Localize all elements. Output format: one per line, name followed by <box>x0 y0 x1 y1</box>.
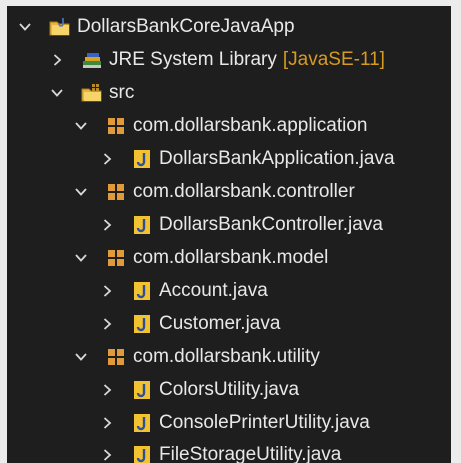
tree-row-file[interactable]: Customer.java <box>7 307 451 340</box>
tree-row-package-controller[interactable]: com.dollarsbank.controller <box>7 175 451 208</box>
tree-row-package-utility[interactable]: com.dollarsbank.utility <box>7 340 451 373</box>
tree-row-label: ColorsUtility.java <box>159 378 300 400</box>
package-icon <box>105 247 127 269</box>
tree-row-label: FileStorageUtility.java <box>159 443 342 463</box>
tree-row-label: JRE System Library <box>109 48 277 70</box>
chevron-right-icon[interactable] <box>97 314 117 334</box>
tree-row-package-application[interactable]: com.dollarsbank.application <box>7 109 451 142</box>
source-folder-icon <box>81 82 103 104</box>
package-icon <box>105 115 127 137</box>
tree-row-label: DollarsBankCoreJavaApp <box>77 15 295 37</box>
tree-row-file[interactable]: DollarsBankApplication.java <box>7 142 451 175</box>
java-file-icon <box>131 148 153 170</box>
tree-row-label: DollarsBankController.java <box>159 213 383 235</box>
tree-row-label: ConsolePrinterUtility.java <box>159 411 370 433</box>
chevron-down-icon[interactable] <box>71 248 91 268</box>
chevron-right-icon[interactable] <box>47 50 67 70</box>
java-file-icon <box>131 412 153 434</box>
tree-row-label: com.dollarsbank.application <box>133 114 368 136</box>
tree-row-file[interactable]: DollarsBankController.java <box>7 208 451 241</box>
tree-row-package-model[interactable]: com.dollarsbank.model <box>7 241 451 274</box>
chevron-down-icon[interactable] <box>71 347 91 367</box>
package-explorer-tree: DollarsBankCoreJavaApp JRE System Librar… <box>7 6 451 463</box>
library-books-icon <box>81 49 103 71</box>
package-icon <box>105 346 127 368</box>
tree-row-file[interactable]: ColorsUtility.java <box>7 373 451 406</box>
tree-row-library[interactable]: JRE System Library [JavaSE-11] <box>7 43 451 76</box>
tree-row-file[interactable]: FileStorageUtility.java <box>7 438 451 463</box>
chevron-right-icon[interactable] <box>97 413 117 433</box>
package-icon <box>105 181 127 203</box>
chevron-right-icon[interactable] <box>97 281 117 301</box>
chevron-down-icon[interactable] <box>15 17 35 37</box>
chevron-down-icon[interactable] <box>71 116 91 136</box>
tree-row-label: com.dollarsbank.controller <box>133 180 355 202</box>
tree-row-label: com.dollarsbank.model <box>133 246 329 268</box>
project-folder-icon <box>49 16 71 38</box>
tree-row-file[interactable]: Account.java <box>7 274 451 307</box>
tree-row-label: Account.java <box>159 279 268 301</box>
chevron-right-icon[interactable] <box>97 445 117 463</box>
chevron-down-icon[interactable] <box>47 83 67 103</box>
library-version-decoration: [JavaSE-11] <box>282 48 385 70</box>
tree-row-label: com.dollarsbank.utility <box>133 345 320 367</box>
chevron-right-icon[interactable] <box>97 215 117 235</box>
tree-row-label: DollarsBankApplication.java <box>159 147 395 169</box>
java-file-icon <box>131 313 153 335</box>
java-file-icon <box>131 379 153 401</box>
chevron-right-icon[interactable] <box>97 149 117 169</box>
java-file-icon <box>131 214 153 236</box>
tree-row-label: src <box>109 81 135 103</box>
java-file-icon <box>131 444 153 463</box>
tree-row-label: Customer.java <box>159 312 281 334</box>
java-file-icon <box>131 280 153 302</box>
tree-row-project[interactable]: DollarsBankCoreJavaApp <box>7 10 451 43</box>
tree-row-file[interactable]: ConsolePrinterUtility.java <box>7 406 451 439</box>
tree-row-src[interactable]: src <box>7 76 451 109</box>
chevron-down-icon[interactable] <box>71 182 91 202</box>
chevron-right-icon[interactable] <box>97 380 117 400</box>
